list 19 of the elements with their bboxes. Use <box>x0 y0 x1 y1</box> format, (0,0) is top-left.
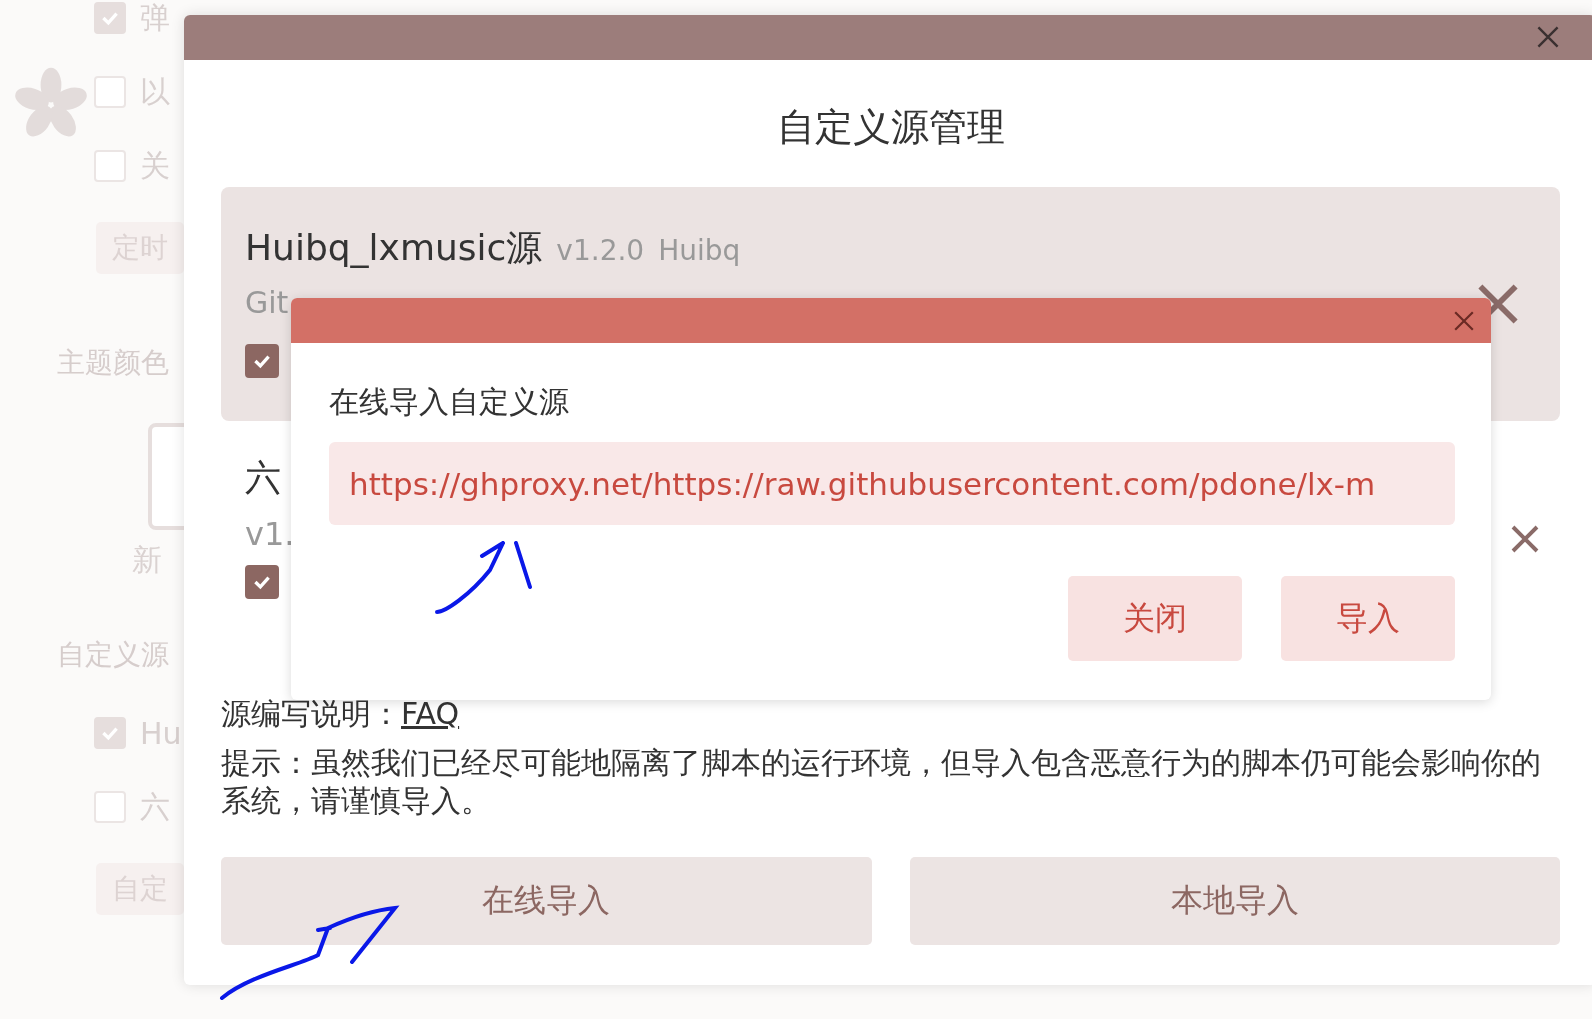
dialog-button[interactable]: 导入 <box>1281 576 1455 661</box>
close-icon[interactable] <box>1453 310 1475 332</box>
source-version: v1.2.0 <box>556 233 645 269</box>
dialog-title: 在线导入自定义源 <box>329 383 570 421</box>
source-version: v1. <box>245 514 295 555</box>
close-icon[interactable] <box>1536 25 1560 49</box>
checkbox[interactable] <box>245 344 279 378</box>
faq-link[interactable]: FAQ <box>401 696 460 731</box>
dialog-title: 自定义源管理 <box>775 104 1006 151</box>
import-button[interactable]: 在线导入 <box>221 857 872 945</box>
warning-text: 提示：虽然我们已经尽可能地隔离了脚本的运行环境，但导入包含恶意行为的脚本仍可能会影响你的系统，请谨慎导入。 <box>221 744 1541 820</box>
source-description: Git <box>245 284 289 322</box>
source-author: Huibq <box>658 233 741 269</box>
checkbox[interactable] <box>245 565 279 599</box>
source-name: 六 <box>245 456 281 500</box>
import-button[interactable]: 本地导入 <box>909 857 1560 945</box>
source-name: Huibq_lxmusic源 <box>245 226 543 270</box>
url-field[interactable]: https://ghproxy.net/https://raw.githubusercontent.com/pdone/lx-m <box>329 442 1455 525</box>
dialog-button[interactable]: 关闭 <box>1068 576 1242 661</box>
